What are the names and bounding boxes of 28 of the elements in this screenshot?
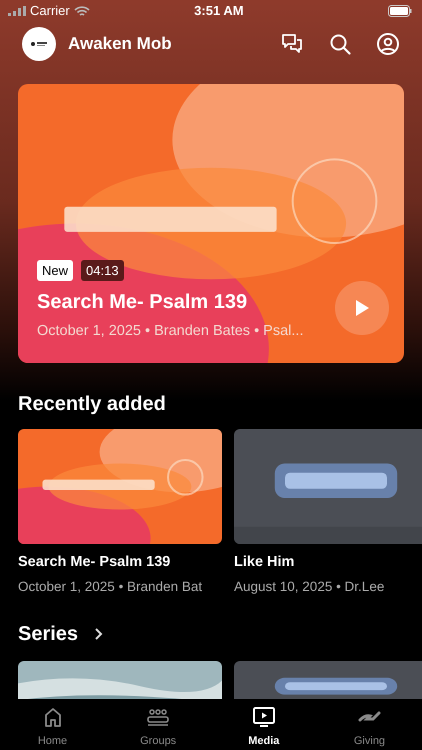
- tab[interactable]: Groups: [106, 699, 211, 750]
- logo-icon: [22, 27, 56, 61]
- video-details: October 1, 2025 • Branden Bat: [18, 578, 204, 596]
- video-title: Search Me- Psalm 139: [37, 290, 248, 316]
- video-details: October 1, 2025 • Branden Bates • Psal...: [37, 322, 304, 342]
- tab[interactable]: Home: [0, 699, 105, 750]
- section-heading: Series: [18, 622, 78, 647]
- clock: 3:51 AM: [193, 2, 245, 20]
- video-title: Search Me- Psalm 139: [18, 553, 172, 572]
- app-title: Awaken Mob: [68, 33, 173, 56]
- new-badge: New: [37, 260, 74, 282]
- search-icon[interactable]: [328, 32, 352, 56]
- video-title: Like Him: [234, 553, 296, 572]
- video-details: August 10, 2025 • Dr.Lee: [234, 578, 386, 596]
- duration-badge: 04:13: [81, 260, 124, 282]
- play-icon: [354, 299, 370, 317]
- wifi-icon: [74, 6, 90, 16]
- chat-icon[interactable]: [280, 32, 304, 56]
- tab[interactable]: Media: [211, 699, 316, 750]
- profile-icon[interactable]: [376, 32, 400, 56]
- carrier-label: Carrier: [30, 2, 70, 20]
- signal-icon: [8, 6, 26, 16]
- monitor-icon: [252, 705, 276, 729]
- section-heading: Recently added: [18, 392, 167, 417]
- tab[interactable]: Giving: [316, 699, 422, 750]
- battery-icon: [388, 5, 412, 17]
- chevron-right-icon[interactable]: [94, 627, 104, 641]
- play-button[interactable]: [335, 281, 389, 335]
